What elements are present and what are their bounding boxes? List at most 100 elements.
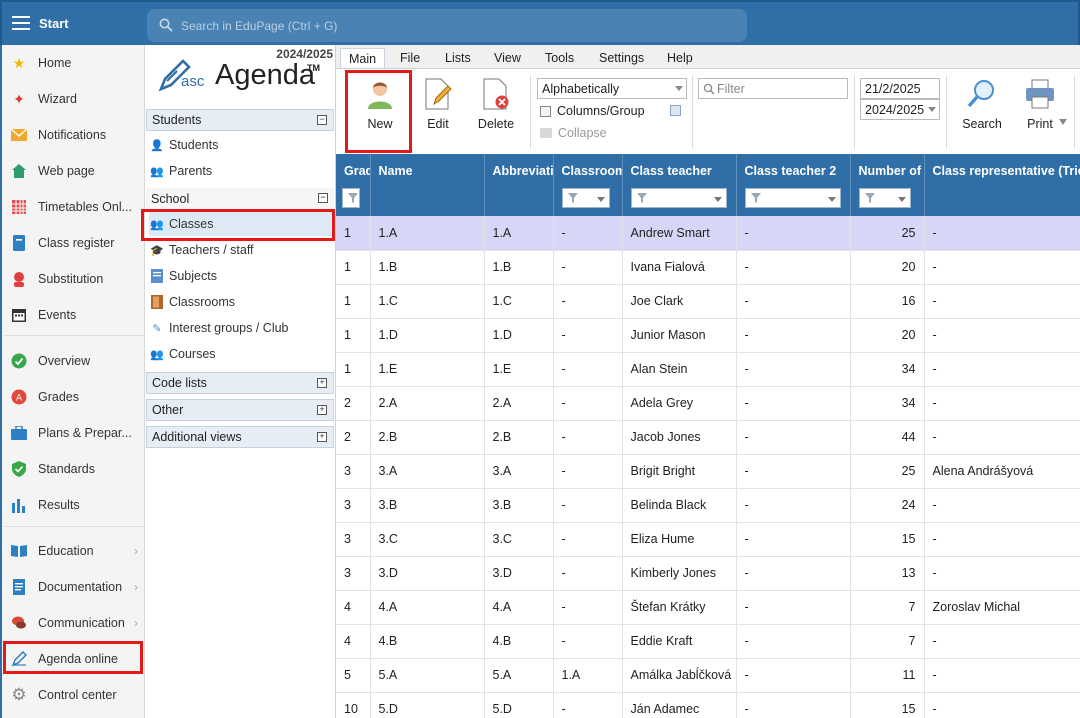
student-icon: 👤	[150, 139, 164, 152]
tree-item-interest-groups[interactable]: ✎ Interest groups / Club	[149, 316, 333, 340]
tree-item-parents[interactable]: 👥 Parents	[149, 159, 333, 183]
column-header[interactable]: Name	[370, 154, 485, 216]
table-row[interactable]: 3 3.B 3.B - Belinda Black -24-	[336, 488, 1080, 523]
print-dropdown-icon[interactable]	[1059, 119, 1067, 125]
table-row[interactable]: 3 3.A 3.A - Brigit Bright -25 Alena Andrášyová	[336, 454, 1080, 489]
nav-documentation[interactable]: Documentation ›	[8, 572, 142, 602]
bar-chart-icon	[10, 496, 28, 514]
column-header[interactable]: Class teacher	[622, 154, 737, 216]
table-cell: Zoroslav Michal	[924, 590, 1080, 625]
table-row[interactable]: 10 5.D 5.D - Ján Adamec -15-	[336, 692, 1080, 718]
sort-select[interactable]: Alphabetically	[537, 78, 687, 99]
nav-events[interactable]: Events	[8, 300, 142, 330]
nav-overview[interactable]: Overview	[8, 346, 142, 376]
table-row[interactable]: 1 1.E 1.E - Alan Stein -34-	[336, 352, 1080, 387]
tree-item-classrooms[interactable]: Classrooms	[149, 290, 333, 314]
column-filter[interactable]	[561, 188, 610, 208]
search-button[interactable]: Search	[954, 77, 1010, 137]
edit-button[interactable]: Edit	[410, 77, 466, 137]
nav-grades[interactable]: A Grades	[8, 382, 142, 412]
collapse-icon[interactable]: −	[318, 193, 328, 203]
column-filter[interactable]	[630, 188, 727, 208]
tree-item-subjects[interactable]: Subjects	[149, 264, 333, 288]
expand-icon[interactable]: +	[317, 432, 327, 442]
tab-settings[interactable]: Settings	[591, 48, 652, 68]
tree-item-teachers[interactable]: 🎓 Teachers / staff	[149, 238, 333, 262]
table-cell: -	[736, 454, 851, 489]
table-row[interactable]: 2 2.A 2.A - Adela Grey -34-	[336, 386, 1080, 421]
nav-plans[interactable]: Plans & Prepar...	[8, 418, 142, 448]
expand-icon[interactable]: +	[317, 378, 327, 388]
column-header[interactable]: Class teacher 2	[736, 154, 851, 216]
save-icon[interactable]	[670, 105, 681, 116]
hamburger-menu-icon[interactable]	[12, 16, 30, 30]
print-button[interactable]: Print	[1012, 77, 1068, 137]
global-search[interactable]	[147, 9, 747, 42]
tab-file[interactable]: File	[392, 48, 428, 68]
column-filter[interactable]	[342, 188, 360, 208]
table-row[interactable]: 3 3.D 3.D - Kimberly Jones -13-	[336, 556, 1080, 591]
collapse-icon[interactable]: −	[317, 115, 327, 125]
column-header[interactable]: Classroom	[553, 154, 623, 216]
logo-asc-text: asc	[181, 73, 205, 90]
table-row[interactable]: 4 4.A 4.A - Štefan Krátky -7 Zoroslav Michal	[336, 590, 1080, 625]
nav-timetables[interactable]: Timetables Onl...	[8, 192, 142, 222]
filter-box[interactable]	[698, 78, 848, 99]
nav-education[interactable]: Education ›	[8, 536, 142, 566]
section-school[interactable]: School −	[146, 188, 334, 210]
section-additional-views[interactable]: Additional views +	[146, 426, 334, 448]
table-cell: 3	[336, 522, 371, 557]
nav-class-register[interactable]: Class register	[8, 228, 142, 258]
table-cell: -	[553, 216, 623, 251]
table-row[interactable]: 3 3.C 3.C - Eliza Hume -15-	[336, 522, 1080, 557]
nav-substitution[interactable]: Substitution	[8, 264, 142, 294]
columns-group-button[interactable]: Columns/Group	[540, 104, 645, 118]
table-row[interactable]: 5 5.A 5.A 1.A Amálka Jabĺčková -11-	[336, 658, 1080, 693]
nav-standards[interactable]: Standards	[8, 454, 142, 484]
table-cell: -	[924, 488, 1080, 523]
section-students[interactable]: Students −	[146, 109, 334, 131]
school-year-select[interactable]: 2024/2025	[860, 99, 940, 120]
section-code-lists[interactable]: Code lists +	[146, 372, 334, 394]
nav-home[interactable]: ★ Home	[8, 48, 142, 78]
tree-item-students[interactable]: 👤 Students	[149, 133, 333, 157]
date-field[interactable]: 21/2/2025	[860, 78, 940, 99]
column-filter[interactable]	[858, 188, 911, 208]
column-header[interactable]: Abbreviation	[484, 154, 554, 216]
nav-web-page[interactable]: Web page	[8, 156, 142, 186]
table-row[interactable]: 1 1.A 1.A - Andrew Smart -25-	[336, 216, 1080, 251]
table-cell: Eddie Kraft	[622, 624, 737, 659]
table-row[interactable]: 1 1.B 1.B - Ivana Fialová -20-	[336, 250, 1080, 285]
column-filter[interactable]	[744, 188, 841, 208]
collapse-button[interactable]: Collapse	[540, 126, 607, 140]
nav-notifications[interactable]: Notifications	[8, 120, 142, 150]
menu-bar: Main File Lists View Tools Settings Help	[336, 45, 1080, 68]
table-row[interactable]: 2 2.B 2.B - Jacob Jones -44-	[336, 420, 1080, 455]
table-row[interactable]: 1 1.C 1.C - Joe Clark -16-	[336, 284, 1080, 319]
filter-input[interactable]	[717, 81, 845, 96]
tab-lists[interactable]: Lists	[437, 48, 479, 68]
table-row[interactable]: 1 1.D 1.D - Junior Mason -20-	[336, 318, 1080, 353]
search-input[interactable]	[181, 17, 721, 34]
section-other[interactable]: Other +	[146, 399, 334, 421]
column-header[interactable]: Class representative (Triedny dôverník)	[924, 154, 1080, 216]
table-cell: Alena Andrášyová	[924, 454, 1080, 489]
tab-main[interactable]: Main	[340, 48, 386, 68]
nav-communication[interactable]: Communication ›	[8, 608, 142, 638]
start-label[interactable]: Start	[39, 16, 69, 31]
column-header[interactable]: Number of students	[850, 154, 925, 216]
tree-item-courses[interactable]: 👥 Courses	[149, 342, 333, 366]
tab-help[interactable]: Help	[659, 48, 701, 68]
table-row[interactable]: 4 4.B 4.B - Eddie Kraft -7-	[336, 624, 1080, 659]
nav-wizard[interactable]: ✦ Wizard	[8, 84, 142, 114]
nav-results[interactable]: Results	[8, 490, 142, 520]
chevron-down-icon	[596, 197, 605, 202]
table-cell: -	[736, 386, 851, 421]
delete-button[interactable]: Delete	[468, 77, 524, 137]
expand-icon[interactable]: +	[317, 405, 327, 415]
nav-control-center[interactable]: ⚙ Control center	[8, 680, 142, 710]
table-cell: 5.D	[484, 692, 554, 718]
tab-tools[interactable]: Tools	[537, 48, 582, 68]
tab-view[interactable]: View	[486, 48, 529, 68]
column-header[interactable]: Grade	[336, 154, 371, 216]
